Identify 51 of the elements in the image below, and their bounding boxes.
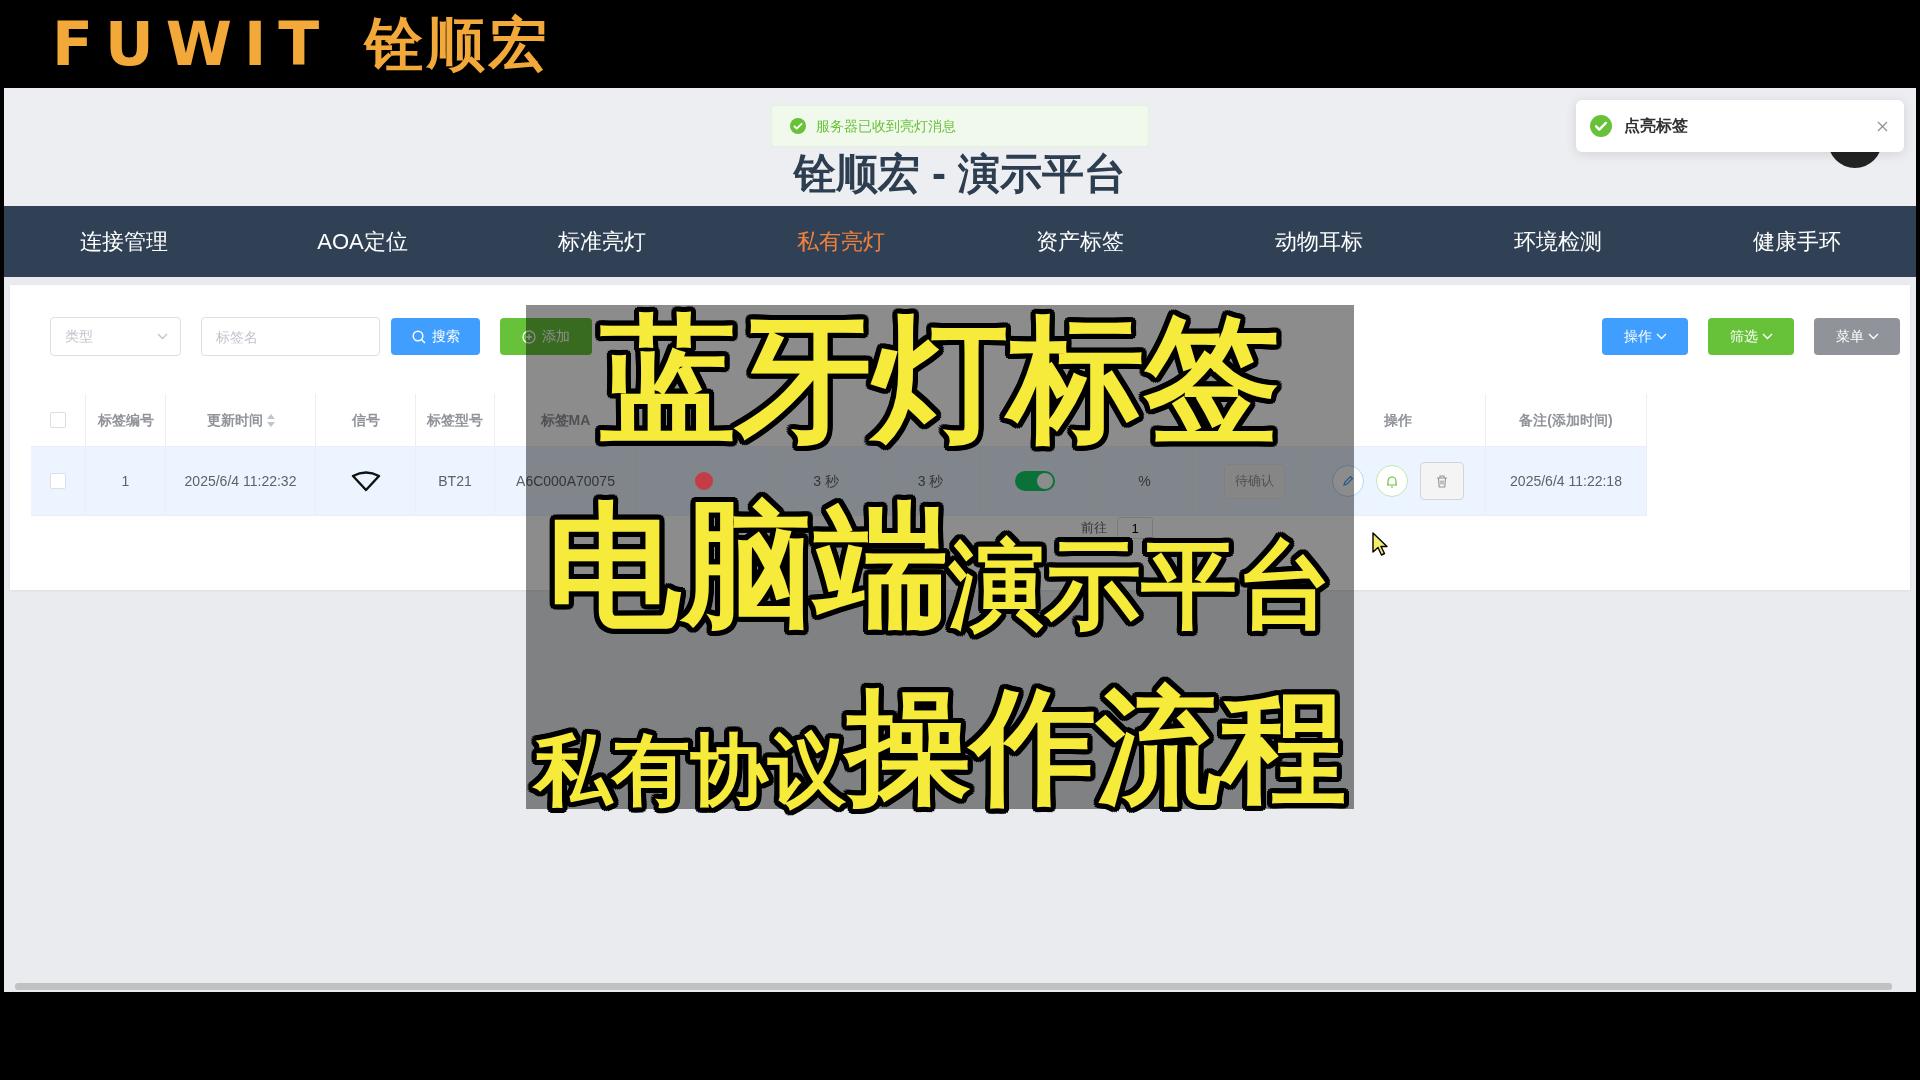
check-circle-icon [1590,115,1612,137]
signal-icon [350,470,381,492]
remark-time: 2025/6/4 11:22:18 [1510,471,1622,491]
page-title: 铨顺宏 - 演示平台 [794,150,1126,197]
chevron-down-icon [1761,333,1773,340]
nav-tab[interactable]: 健康手环 [1677,206,1916,277]
nav-tab[interactable]: 私有亮灯 [721,206,960,277]
duration: 3 秒 [917,471,944,491]
pencil-icon [1341,475,1354,487]
checkbox[interactable] [50,412,66,428]
brand-name: FUWIT [52,14,332,74]
column-header: 标签型号 [427,410,483,430]
tag-model: BT21 [438,471,472,491]
nav-tab[interactable]: 标准亮灯 [482,206,721,277]
column-header: 备注(添加时间) [1519,410,1613,430]
plus-circle-icon [522,329,536,344]
column-header: 操作 [1383,410,1412,430]
toast-message: 服务器已收到亮灯消息 [816,116,956,136]
check-circle-icon [790,118,806,134]
toggle-switch[interactable] [1014,471,1055,491]
column-header: 标签编号 [97,410,154,430]
notification-title: 点亮标签 [1624,116,1688,136]
update-time: 2025/6/4 11:22:32 [184,471,297,491]
scrollbar[interactable] [15,983,1892,990]
chevron-down-icon [157,333,168,340]
subheadline-text: 演示平台 [949,536,1333,633]
trash-icon [1435,474,1448,488]
nav-tab[interactable]: AOA定位 [243,206,482,277]
nav-tab[interactable]: 动物耳标 [1199,206,1438,277]
delete-button[interactable] [1419,462,1464,500]
brand-name-chinese: 铨顺宏 [365,15,552,73]
close-icon [1877,120,1888,132]
nav-tab[interactable]: 资产标签 [960,206,1199,277]
goto-label: 前往 [1081,519,1107,538]
checkbox[interactable] [50,473,66,489]
nav-tab[interactable]: 连接管理 [4,206,243,277]
edit-button[interactable] [1331,465,1364,497]
column-header: 更新时间 [206,410,263,430]
chevron-down-icon [1655,333,1667,340]
notify-button[interactable] [1375,465,1408,497]
page-input[interactable]: 1 [1117,517,1153,539]
tag-number: 1 [121,471,130,491]
tag-name-field[interactable]: 标签名 [201,317,380,356]
column-header: 信号 [351,410,380,430]
chevron-down-icon [1867,333,1879,340]
percent-value: % [1138,471,1151,491]
bell-icon [1385,474,1398,488]
search-icon [411,329,426,344]
nav-tab[interactable]: 环境检测 [1438,206,1677,277]
cursor-icon [1372,532,1388,556]
duration: 3 秒 [813,471,839,491]
